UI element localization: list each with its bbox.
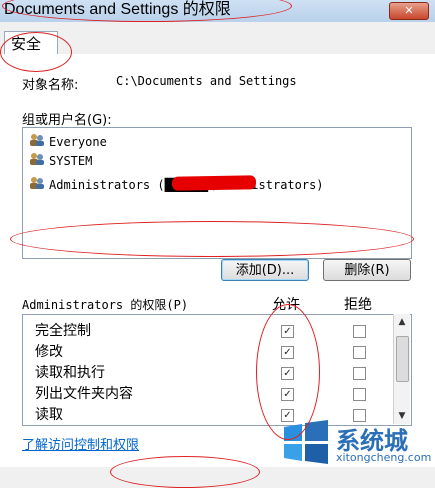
permissions-list: 完全控制 ✓ 修改 ✓ 读取和执行 ✓ 列出文件夹内容 ✓ 读取 ✓ xyxy=(22,314,412,426)
deny-checkbox[interactable] xyxy=(353,346,366,359)
permission-row-label: 完全控制 xyxy=(35,323,91,339)
security-panel: 对象名称: C:\Documents and Settings 组或用户名(G)… xyxy=(0,54,435,467)
windows-logo-icon xyxy=(284,420,328,464)
deny-checkbox[interactable] xyxy=(353,325,366,338)
permission-row-label: 读取 xyxy=(35,407,63,423)
learn-permissions-link[interactable]: 了解访问控制和权限 xyxy=(22,434,139,453)
users-list: Everyone SYSTEM Administrators (██████\A… xyxy=(22,127,412,259)
allow-checkbox[interactable]: ✓ xyxy=(281,325,294,338)
scroll-up-icon[interactable]: ▲ xyxy=(394,314,410,330)
watermark-url: xitongcheng.com xyxy=(336,451,432,464)
object-name-value: C:\Documents and Settings xyxy=(116,74,297,88)
scroll-thumb[interactable] xyxy=(396,336,409,382)
tab-strip: 安全 xyxy=(0,22,435,55)
object-name-label: 对象名称: xyxy=(22,78,79,93)
remove-button[interactable]: 删除(R) xyxy=(323,259,411,281)
permission-row-label: 修改 xyxy=(35,344,63,360)
redaction-mark xyxy=(171,175,257,191)
permissions-label: Administrators 的权限(P) xyxy=(22,298,189,312)
users-icon xyxy=(29,133,45,152)
deny-column-header: 拒绝 xyxy=(344,297,372,313)
users-icon xyxy=(29,176,45,195)
list-item-system[interactable]: SYSTEM xyxy=(29,152,92,170)
users-label: 组或用户名(G): xyxy=(22,113,112,128)
tab-security[interactable]: 安全 xyxy=(4,31,58,55)
list-item-everyone[interactable]: Everyone xyxy=(29,133,107,151)
window-title: Documents and Settings 的权限 xyxy=(4,1,231,18)
watermark-logo: 系统城 xitongcheng.com xyxy=(280,419,435,467)
permissions-scrollbar[interactable]: ▲ ▼ xyxy=(393,314,410,424)
close-button[interactable]: ✕ xyxy=(389,2,429,20)
deny-checkbox[interactable] xyxy=(353,367,366,380)
users-icon xyxy=(29,152,45,171)
allow-checkbox[interactable]: ✓ xyxy=(281,367,294,380)
allow-checkbox[interactable]: ✓ xyxy=(281,388,294,401)
allow-checkbox[interactable]: ✓ xyxy=(281,346,294,359)
add-button[interactable]: 添加(D)... xyxy=(221,259,309,281)
permission-row-label: 读取和执行 xyxy=(35,365,105,381)
deny-checkbox[interactable] xyxy=(353,388,366,401)
user-name: SYSTEM xyxy=(49,154,93,168)
allow-column-header: 允许 xyxy=(272,297,300,313)
user-name: Everyone xyxy=(49,135,107,149)
title-bar: Documents and Settings 的权限 ✕ xyxy=(0,0,435,23)
permission-row-label: 列出文件夹内容 xyxy=(35,386,133,402)
